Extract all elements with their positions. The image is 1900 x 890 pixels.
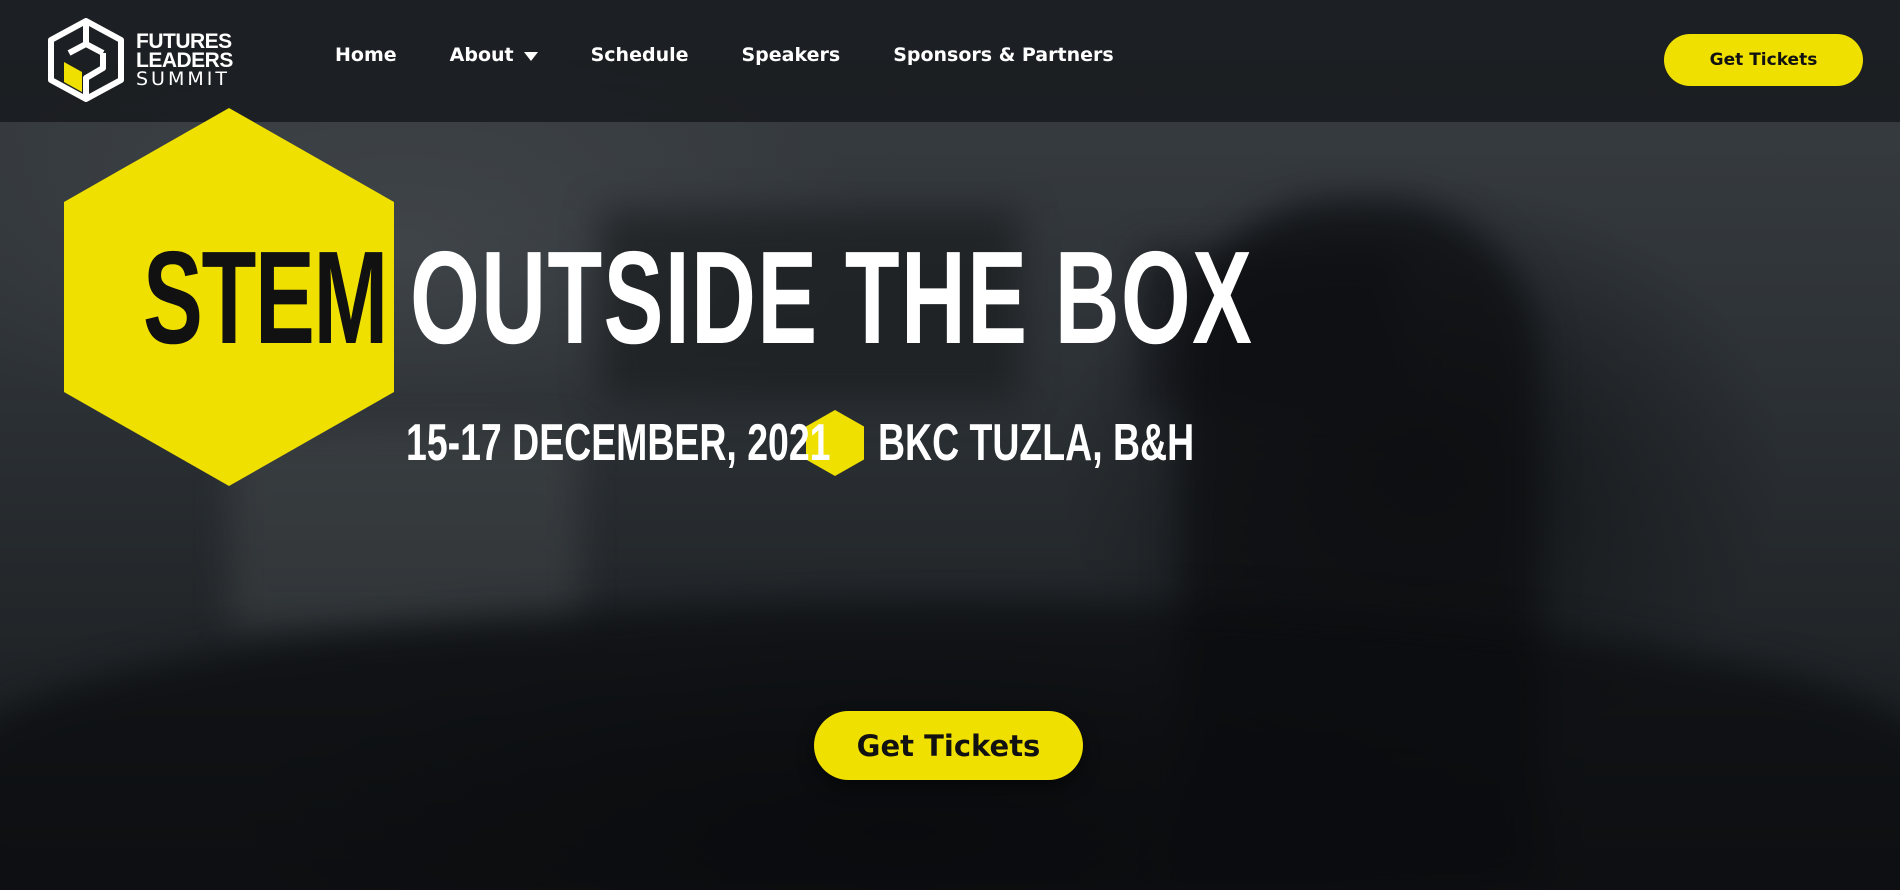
event-venue: BKC TUZLA, B&H <box>878 414 1195 472</box>
nav-item-about[interactable]: About <box>450 44 538 66</box>
logo-line-summit: SUMMIT <box>136 67 230 90</box>
site-logo[interactable]: FUTURES LEADERS SUMMIT <box>46 18 233 102</box>
event-date: 15-17 DECEMBER, 2021 <box>406 414 831 472</box>
logo-wordmark: FUTURES LEADERS SUMMIT <box>136 29 233 90</box>
nav-item-label: About <box>449 44 514 66</box>
caret-down-icon[interactable] <box>523 52 538 61</box>
fls-cube-logo-icon <box>48 18 124 102</box>
nav-item-label: Speakers <box>741 44 841 66</box>
main-menu: Home About Schedule Speakers Sponsors & … <box>335 44 1167 66</box>
nav-item-schedule[interactable]: Schedule <box>591 44 689 66</box>
landing-page: FUTURES LEADERS SUMMIT Home About Schedu… <box>0 0 1900 890</box>
top-navbar: FUTURES LEADERS SUMMIT Home About Schedu… <box>0 0 1900 122</box>
nav-item-home[interactable]: Home <box>335 44 397 66</box>
logo-line-leaders: LEADERS <box>136 48 233 72</box>
nav-item-sponsors-partners[interactable]: Sponsors & Partners <box>893 44 1114 66</box>
hero-title: STEM OUTSIDE THE BOX <box>143 232 1253 364</box>
hero-get-tickets-button[interactable]: Get Tickets <box>814 711 1083 780</box>
nav-item-speakers[interactable]: Speakers <box>742 44 841 66</box>
header-get-tickets-button[interactable]: Get Tickets <box>1664 34 1863 86</box>
nav-item-label: Sponsors & Partners <box>893 44 1114 66</box>
event-details: 15-17 DECEMBER, 2021 BKC TUZLA, B&H <box>406 410 1198 476</box>
hero-title-rest: OUTSIDE THE BOX <box>410 224 1254 371</box>
logo-line-futures: FUTURES <box>136 29 232 53</box>
nav-item-label: Schedule <box>590 44 689 66</box>
nav-item-label: Home <box>335 44 397 66</box>
hero-title-accent: STEM <box>143 224 388 371</box>
